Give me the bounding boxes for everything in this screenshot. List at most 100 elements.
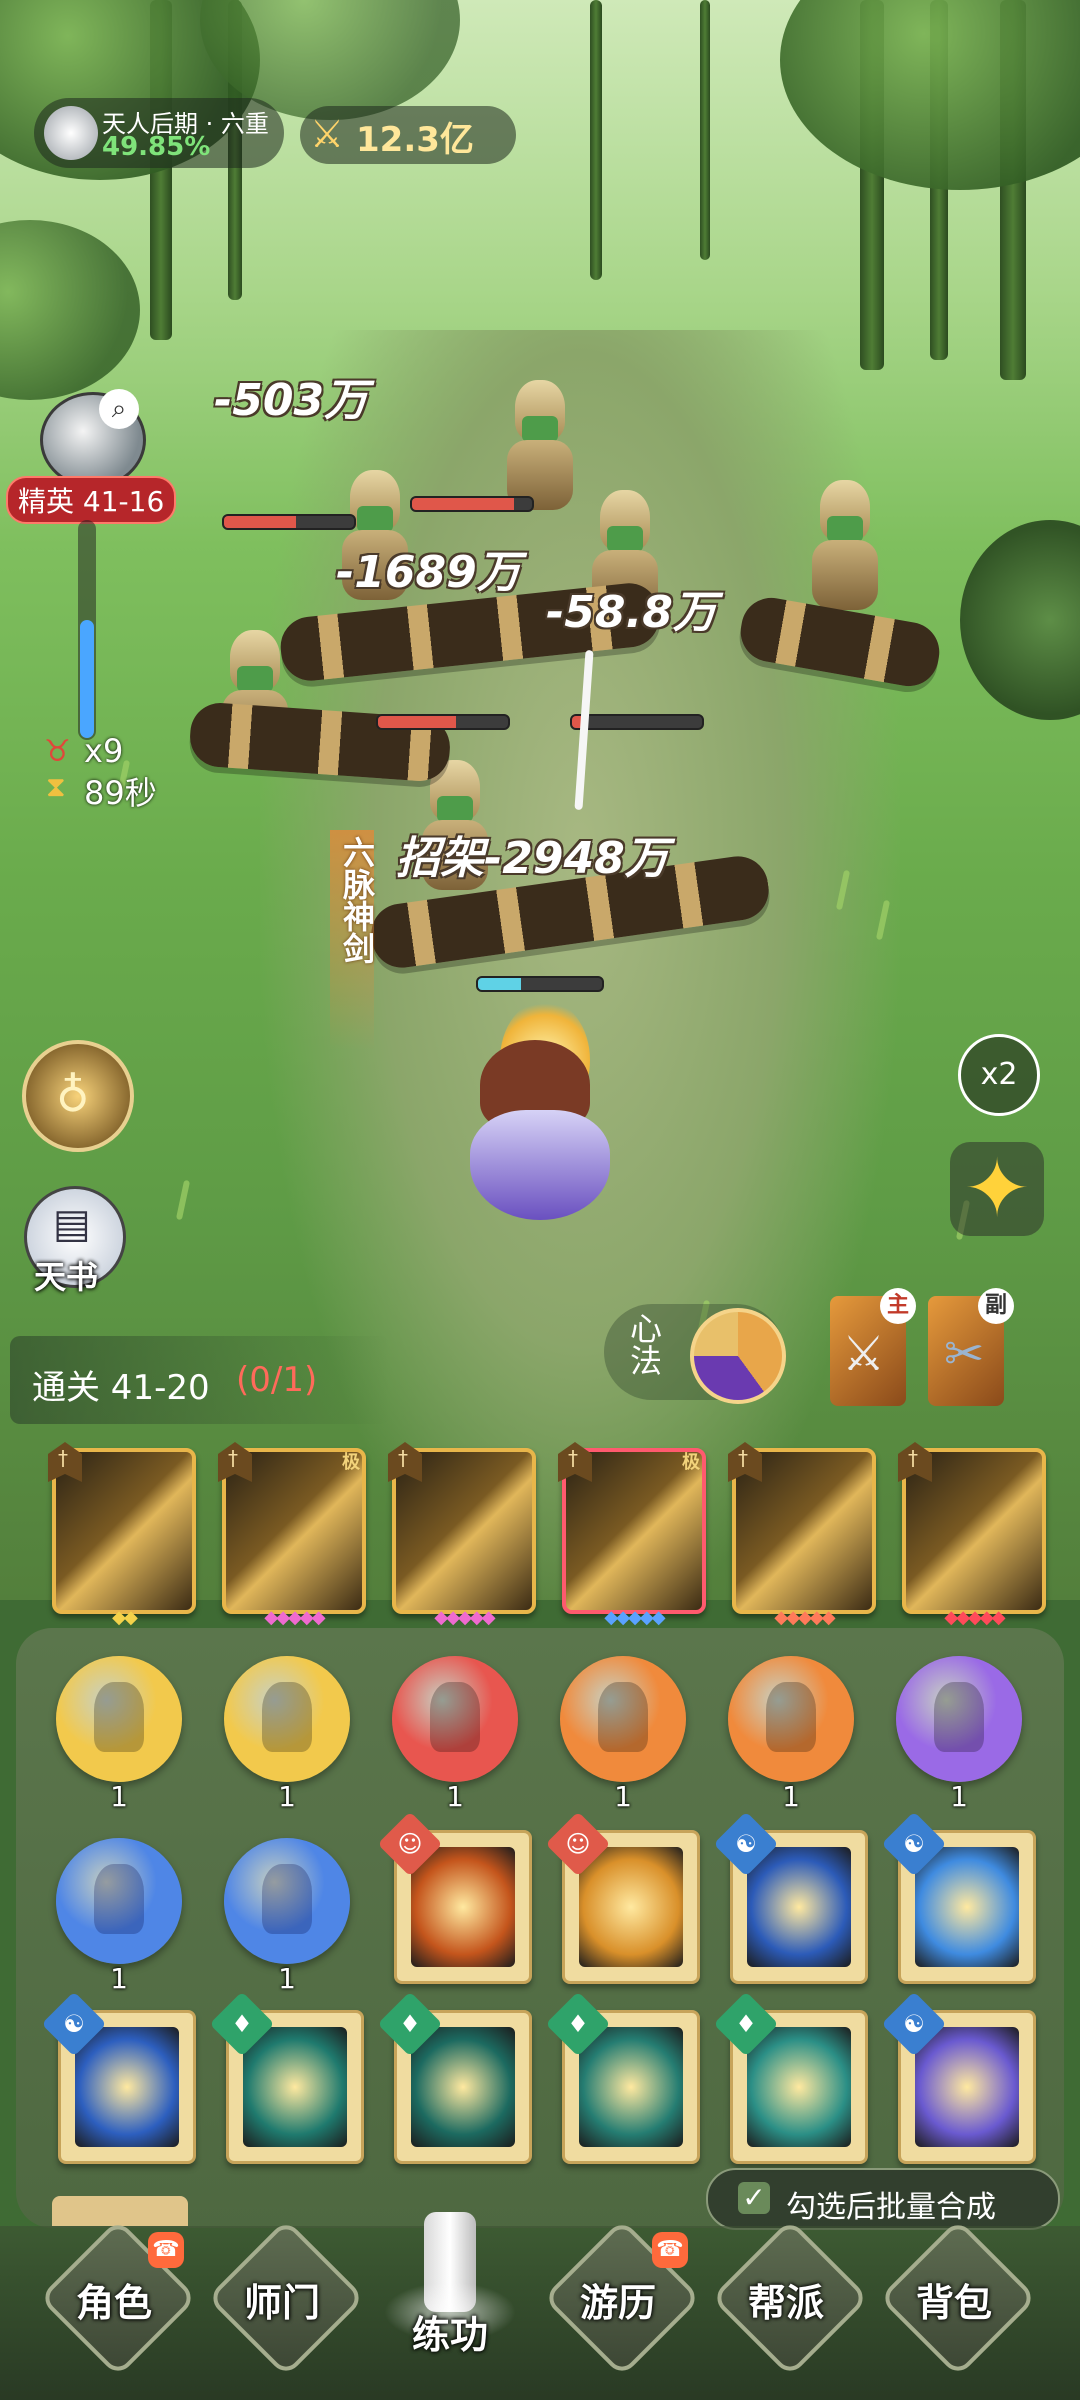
hero-orb[interactable]: 1 — [56, 1656, 182, 1813]
sub-weapon-slot[interactable]: ✂ 副 — [928, 1288, 1014, 1406]
scroll-icon: ▤ — [53, 1201, 91, 1247]
damage-number: -1689万 — [336, 547, 521, 598]
speed-toggle-button[interactable]: x2 — [958, 1034, 1040, 1116]
quest-progress: (0/1) — [236, 1360, 318, 1400]
search-icon: ⌕ — [99, 389, 139, 429]
hero-orb[interactable]: 1 — [896, 1656, 1022, 1813]
damage-number: -503万 — [214, 375, 369, 426]
hero-orb[interactable]: 1 — [224, 1656, 350, 1813]
skill-book[interactable]: ♦ — [209, 1991, 364, 2164]
batch-merge-toggle[interactable]: ✓ 勾选后批量合成 — [706, 2168, 1060, 2230]
demon-head-icon: ♉ — [44, 734, 71, 769]
skill-rank-diamonds: ◆◆◆◆◆ — [434, 1607, 495, 1628]
speed-label: x2 — [980, 1057, 1018, 1092]
sabre-icon: ⚔ — [842, 1326, 886, 1382]
skill-book[interactable]: ♦ — [545, 1991, 700, 2164]
skill-book[interactable]: ☯ — [713, 1811, 868, 1984]
skill-book[interactable]: ♦ — [713, 1991, 868, 2164]
silhouette-icon — [766, 1682, 816, 1752]
yinyang-icon: ☯ — [41, 1991, 107, 2057]
nav-label: 师门 — [243, 2281, 320, 2325]
nav-tab[interactable]: 帮派 — [710, 2218, 870, 2378]
checkbox-icon[interactable]: ✓ — [738, 2182, 770, 2214]
leaf-icon: ♦ — [377, 1991, 443, 2057]
silhouette-icon — [94, 1682, 144, 1752]
skill-card[interactable]: † ◆◆ — [48, 1442, 196, 1628]
skill-grade: 极 — [342, 1452, 360, 1473]
damage-number: 招架-2948万 — [396, 833, 669, 884]
nav-label: 游历 — [579, 2281, 656, 2325]
orb-count: 1 — [278, 1962, 296, 1995]
hero-orb[interactable]: 1 — [560, 1656, 686, 1813]
skill-grade: 极 — [682, 1452, 700, 1473]
star-icon: ✦ — [963, 1142, 1031, 1235]
skill-rank-diamonds: ◆◆◆◆◆ — [774, 1607, 835, 1628]
leaf-icon: ♦ — [209, 1991, 275, 2057]
skill-card[interactable]: † 极 ◆◆◆◆◆ — [218, 1442, 366, 1628]
person-icon: ☺ — [545, 1811, 611, 1877]
hero-orb[interactable]: 1 — [56, 1838, 182, 1995]
inventory-item-partial[interactable] — [52, 2196, 188, 2226]
notification-icon: ☎ — [652, 2232, 688, 2268]
player-character — [450, 1000, 630, 1240]
quest-label: 通关 41-20 — [32, 1368, 210, 1408]
skill-card[interactable]: † ◆◆◆◆◆ — [388, 1442, 536, 1628]
skill-book[interactable]: ☺ — [377, 1811, 532, 1984]
orb-count: 1 — [614, 1780, 632, 1813]
skill-cast-name: 六脉神剑 — [338, 836, 376, 964]
silhouette-icon — [598, 1682, 648, 1752]
nav-tab[interactable]: 背包 — [878, 2218, 1038, 2378]
treasure-bag-button[interactable]: ♁ — [22, 1040, 134, 1152]
hero-orb[interactable]: 1 — [728, 1656, 854, 1813]
crossed-swords-icon: ⚔ — [310, 112, 345, 156]
orb-count: 1 — [782, 1780, 800, 1813]
nav-tab[interactable]: 师门 — [206, 2218, 366, 2378]
enemy-health-bar — [376, 714, 510, 730]
dagger-icon: ✂ — [944, 1326, 985, 1382]
silhouette-icon — [94, 1864, 144, 1934]
orb-count: 1 — [110, 1780, 128, 1813]
person-icon: ☺ — [377, 1811, 443, 1877]
sub-tag: 副 — [978, 1288, 1014, 1324]
skill-card[interactable]: † 极 ◆◆◆◆◆ — [558, 1442, 706, 1628]
nav-label: 背包 — [915, 2281, 992, 2325]
skill-book[interactable]: ☯ — [881, 1811, 1036, 1984]
skill-cast-banner: 六脉神剑 — [330, 830, 376, 1050]
nav-tab[interactable]: 游历 ☎ — [542, 2218, 702, 2378]
skill-book[interactable]: ♦ — [377, 1991, 532, 2164]
realm-progress: 49.85% — [102, 132, 211, 162]
skill-rank-diamonds: ◆◆◆◆◆ — [944, 1607, 1005, 1628]
enemy-multiplier: x9 — [84, 732, 124, 770]
player-health-bar — [476, 976, 604, 992]
damage-number: -58.8万 — [546, 587, 717, 638]
yinyang-icon: ☯ — [713, 1811, 779, 1877]
stage-boss-icon[interactable]: ⌕ — [40, 389, 146, 488]
hourglass-icon: ⧗ — [46, 770, 66, 803]
nav-tab[interactable]: 练功 — [380, 2212, 520, 2357]
xinfa-panel[interactable]: 心法 — [604, 1304, 786, 1404]
hero-orb[interactable]: 1 — [392, 1656, 518, 1813]
enemy-health-bar — [222, 514, 356, 530]
skill-card[interactable]: † ◆◆◆◆◆ — [728, 1442, 876, 1628]
skill-book[interactable]: ☯ — [881, 1991, 1036, 2164]
silhouette-icon — [262, 1864, 312, 1934]
star-skill-button[interactable]: ✦ — [950, 1142, 1044, 1236]
cultivation-icon — [44, 106, 98, 160]
realm-panel[interactable]: 天人后期 · 六重 49.85% — [34, 98, 284, 168]
combat-power-panel[interactable]: ⚔ 12.3亿 — [300, 106, 516, 164]
quest-bar[interactable]: 通关 41-20 (0/1) — [10, 1336, 390, 1424]
yinyang-icon: ☯ — [881, 1811, 947, 1877]
hero-orb[interactable]: 1 — [224, 1838, 350, 1995]
nav-label: 练功 — [411, 2313, 488, 2357]
tianshu-label: 天书 — [34, 1258, 99, 1296]
stage-timer: 89秒 — [84, 774, 157, 812]
nav-tab[interactable]: 角色 ☎ — [38, 2218, 198, 2378]
batch-merge-label: 勾选后批量合成 — [786, 2190, 996, 2225]
skill-book[interactable]: ☯ — [41, 1991, 196, 2164]
combat-power-value: 12.3亿 — [356, 120, 474, 160]
xinfa-orb-icon — [690, 1308, 786, 1404]
skill-book[interactable]: ☺ — [545, 1811, 700, 1984]
skill-card[interactable]: † ◆◆◆◆◆ — [898, 1442, 1046, 1628]
main-weapon-slot[interactable]: ⚔ 主 — [830, 1288, 916, 1406]
skill-rank-diamonds: ◆◆◆◆◆ — [604, 1607, 665, 1628]
